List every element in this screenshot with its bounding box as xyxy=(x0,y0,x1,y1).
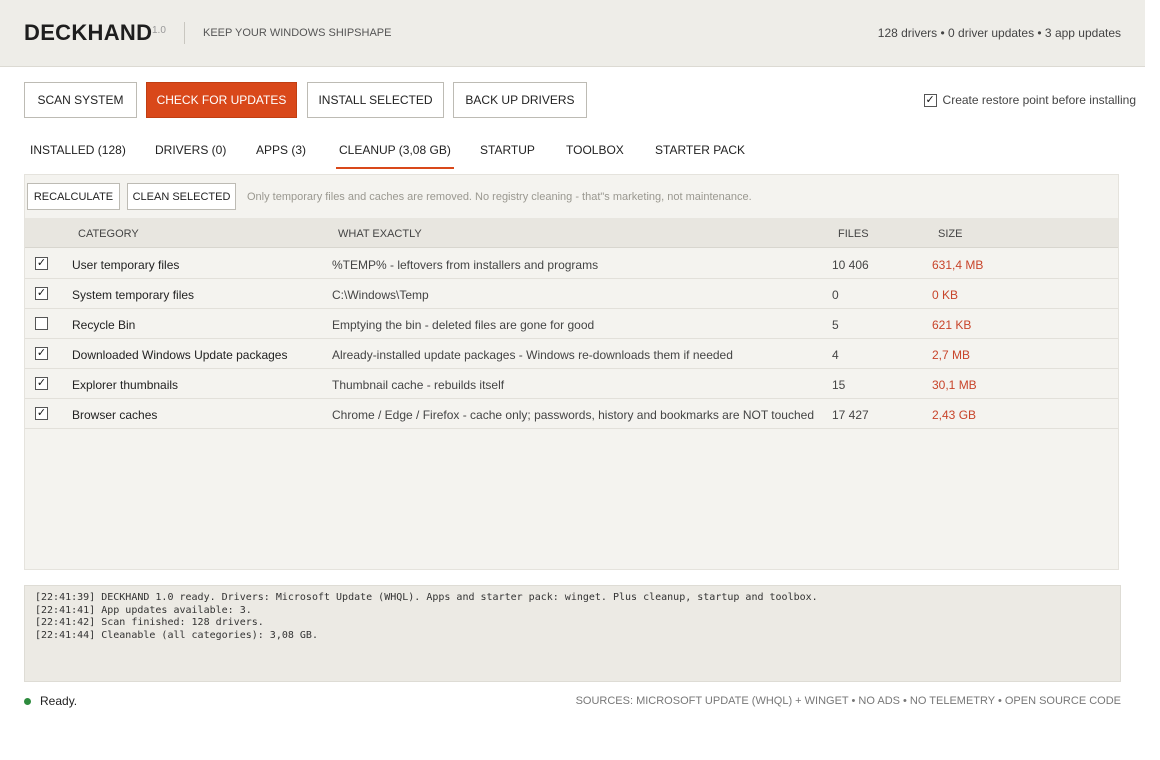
activity-log[interactable]: [22:41:39] DECKHAND 1.0 ready. Drivers: … xyxy=(24,585,1121,682)
tab-drivers[interactable]: DRIVERS (0) xyxy=(155,143,226,167)
row-size: 2,7 MB xyxy=(932,348,971,362)
log-line: [22:41:39] DECKHAND 1.0 ready. Drivers: … xyxy=(35,592,818,603)
status-bar: Ready. xyxy=(24,694,77,708)
log-line: [22:41:42] Scan finished: 128 drivers. xyxy=(35,617,264,629)
row-file-count: 5 xyxy=(832,318,839,332)
sources-info: SOURCES: MICROSOFT UPDATE (WHQL) + WINGE… xyxy=(575,695,1121,707)
table-row[interactable]: ✓ System temporary files C:\Windows\Temp… xyxy=(25,279,1118,309)
row-size: 631,4 MB xyxy=(932,258,984,272)
table-row[interactable]: ✓ Downloaded Windows Update packages Alr… xyxy=(25,339,1118,369)
row-file-count: 15 xyxy=(832,378,846,392)
row-description: Thumbnail cache - rebuilds itself xyxy=(332,378,505,392)
row-category: Browser caches xyxy=(72,408,158,422)
row-category: Recycle Bin xyxy=(72,318,136,332)
row-checkbox[interactable]: ✓ xyxy=(35,407,48,420)
header-status-summary: 128 drivers • 0 driver updates • 3 app u… xyxy=(877,26,1121,40)
cleanup-panel: RECALCULATE CLEAN SELECTED Only temporar… xyxy=(24,174,1119,570)
row-description: Already-installed update packages - Wind… xyxy=(332,348,733,362)
row-category: User temporary files xyxy=(72,258,180,272)
row-description: Emptying the bin - deleted files are gon… xyxy=(332,318,595,332)
header-divider xyxy=(184,22,185,44)
row-category: Explorer thumbnails xyxy=(72,378,179,392)
log-line: [22:41:44] Cleanable (all categories): 3… xyxy=(35,629,318,641)
restore-point-checkbox[interactable]: ✓ xyxy=(923,93,937,107)
scan-system-button[interactable]: SCAN SYSTEM xyxy=(24,82,137,118)
tab-installed[interactable]: INSTALLED (128) xyxy=(30,143,126,167)
status-text: Ready. xyxy=(40,694,78,708)
log-line: [22:41:41] App updates available: 3. xyxy=(35,604,252,616)
row-category: System temporary files xyxy=(72,288,195,302)
row-file-count: 4 xyxy=(832,348,839,362)
tab-toolbox[interactable]: TOOLBOX xyxy=(566,143,624,167)
row-checkbox[interactable]: ✓ xyxy=(35,257,48,270)
tab-starter-pack[interactable]: STARTER PACK xyxy=(655,143,745,167)
row-size: 2,43 GB xyxy=(932,408,977,422)
row-file-count: 10 406 xyxy=(832,258,869,272)
table-row[interactable]: ✓ User temporary files %TEMP% - leftover… xyxy=(25,249,1118,279)
row-description: C:\Windows\Temp xyxy=(332,288,429,302)
row-checkbox[interactable]: ✓ xyxy=(35,377,48,390)
tab-startup[interactable]: STARTUP xyxy=(480,143,535,167)
restore-point-option[interactable]: ✓ Create restore point before installing xyxy=(923,93,1136,107)
row-file-count: 17 427 xyxy=(832,408,869,422)
recalculate-button[interactable]: RECALCULATE xyxy=(27,183,120,210)
table-row[interactable]: Recycle Bin Emptying the bin - deleted f… xyxy=(25,309,1118,339)
row-size: 621 KB xyxy=(932,318,972,332)
tab-cleanup[interactable]: CLEANUP (3,08 GB) xyxy=(336,143,454,169)
column-header-what[interactable]: WHAT EXACTLY xyxy=(338,228,422,240)
app-tagline: KEEP YOUR WINDOWS SHIPSHAPE xyxy=(203,27,392,39)
tab-apps[interactable]: APPS (3) xyxy=(256,143,306,167)
row-size: 0 KB xyxy=(932,288,959,302)
check-for-updates-button[interactable]: CHECK FOR UPDATES xyxy=(146,82,297,118)
row-size: 30,1 MB xyxy=(932,378,977,392)
cleanup-hint: Only temporary files and caches are remo… xyxy=(247,191,752,203)
cleanup-table-header: CATEGORY WHAT EXACTLY FILES SIZE xyxy=(25,218,1118,248)
row-description: Chrome / Edge / Firefox - cache only; pa… xyxy=(332,408,814,422)
row-checkbox[interactable] xyxy=(35,317,48,330)
clean-selected-button[interactable]: CLEAN SELECTED xyxy=(127,183,236,210)
row-checkbox[interactable]: ✓ xyxy=(35,347,48,360)
table-row[interactable]: ✓ Explorer thumbnails Thumbnail cache - … xyxy=(25,369,1118,399)
column-header-size[interactable]: SIZE xyxy=(938,228,962,240)
column-header-files[interactable]: FILES xyxy=(838,228,869,240)
row-category: Downloaded Windows Update packages xyxy=(72,348,288,362)
row-file-count: 0 xyxy=(832,288,839,302)
install-selected-button[interactable]: INSTALL SELECTED xyxy=(307,82,444,118)
app-header: DECKHAND 1.0 KEEP YOUR WINDOWS SHIPSHAPE… xyxy=(0,0,1145,67)
restore-point-label: Create restore point before installing xyxy=(942,93,1136,107)
table-row[interactable]: ✓ Browser caches Chrome / Edge / Firefox… xyxy=(25,399,1118,429)
row-checkbox[interactable]: ✓ xyxy=(35,287,48,300)
column-header-category[interactable]: CATEGORY xyxy=(78,228,139,240)
ready-status-dot-icon xyxy=(24,697,31,705)
back-up-drivers-button[interactable]: BACK UP DRIVERS xyxy=(453,82,587,118)
row-description: %TEMP% - leftovers from installers and p… xyxy=(332,258,599,272)
app-logo: DECKHAND xyxy=(24,20,153,45)
app-version: 1.0 xyxy=(152,25,166,36)
